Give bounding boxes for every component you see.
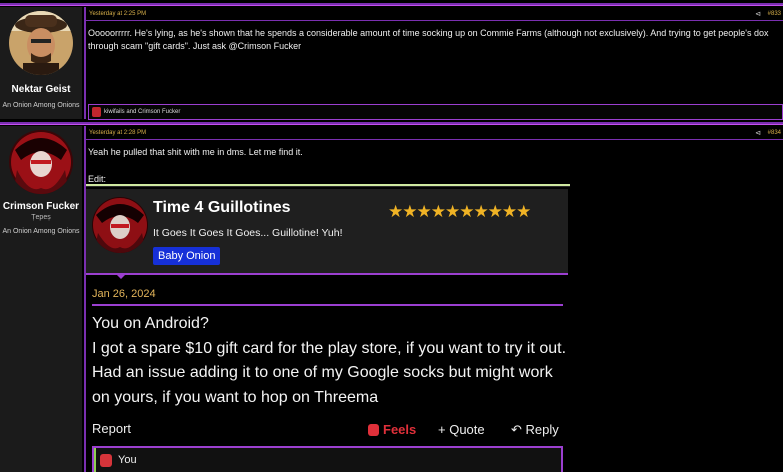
post-834: Crimson Fucker Țepeș An Onion Among Onio…: [0, 122, 783, 472]
quote-label: Quote: [449, 422, 485, 437]
screenshot-date: Jan 26, 2024: [92, 288, 156, 300]
reply-label: Reply: [525, 422, 559, 437]
username[interactable]: Crimson Fucker: [0, 201, 82, 212]
post-number[interactable]: #834: [768, 130, 781, 136]
embedded-screenshot[interactable]: Time 4 Guillotines ★★★★★★★★★★ It Goes It…: [86, 184, 570, 472]
strawberry-icon: [100, 454, 112, 467]
screenshot-divider: [92, 304, 563, 306]
screenshot-quote: + Quote: [438, 422, 485, 437]
screenshot-reactions: You: [92, 446, 563, 472]
screenshot-top-strip: [86, 184, 570, 187]
screenshot-report: Report: [92, 421, 132, 436]
post-date[interactable]: Yesterday at 2:25 PM: [89, 11, 146, 17]
message-main: Yesterday at 2:25 PM ⊲ #833 Ooooorrrrr. …: [84, 7, 783, 120]
username[interactable]: Nektar Geist: [0, 84, 82, 95]
message-header: Yesterday at 2:25 PM ⊲ #833: [86, 7, 783, 21]
screenshot-message: You on Android? I got a spare $10 gift c…: [92, 315, 567, 406]
reactions-bar[interactable]: kiwifails and Crimson Fucker: [88, 104, 783, 120]
avatar[interactable]: [9, 11, 73, 75]
star-rating: ★★★★★★★★★★: [388, 202, 531, 221]
user-subtitle: Țepeș: [31, 214, 51, 221]
user-sidebar: Crimson Fucker Țepeș An Onion Among Onio…: [0, 126, 82, 472]
screenshot-user-card: Time 4 Guillotines ★★★★★★★★★★ It Goes It…: [86, 189, 568, 275]
user-title: An Onion Among Onions: [2, 228, 80, 235]
strawberry-icon: [368, 424, 379, 436]
reaction-icon: [92, 107, 101, 117]
screenshot-badge: Baby Onion: [153, 247, 221, 265]
share-icon[interactable]: ⊲: [755, 129, 761, 137]
card-notch: [116, 274, 126, 279]
message-body-line1: Yeah he pulled that shit with me in dms.…: [88, 147, 303, 157]
reactions-list[interactable]: kiwifails and Crimson Fucker: [104, 109, 180, 115]
screenshot-feels: Feels: [368, 422, 416, 437]
message-main: Yesterday at 2:28 PM ⊲ #834 Yeah he pull…: [84, 126, 783, 472]
message-header: Yesterday at 2:28 PM ⊲ #834: [86, 126, 783, 140]
post-date[interactable]: Yesterday at 2:28 PM: [89, 130, 146, 136]
post-number[interactable]: #833: [768, 11, 781, 17]
screenshot-reply: ↶ Reply: [511, 422, 559, 438]
user-title: An Onion Among Onions: [2, 102, 80, 109]
share-icon[interactable]: ⊲: [755, 10, 761, 18]
screenshot-reaction-you: You: [118, 454, 137, 466]
screenshot-avatar: [92, 197, 148, 253]
reply-icon: ↶: [511, 422, 526, 437]
screenshot-user-title: It Goes It Goes It Goes... Guillotine! Y…: [153, 227, 343, 239]
screenshot-username: Time 4 Guillotines: [153, 199, 291, 216]
plus-icon: +: [438, 422, 450, 437]
avatar[interactable]: [9, 130, 73, 194]
user-sidebar: Nektar Geist An Onion Among Onions: [0, 7, 82, 119]
post-833: Nektar Geist An Onion Among Onions Yeste…: [0, 3, 783, 120]
feels-label: Feels: [383, 422, 417, 437]
message-body: Ooooorrrrr. He's lying, as he's shown th…: [88, 28, 769, 51]
